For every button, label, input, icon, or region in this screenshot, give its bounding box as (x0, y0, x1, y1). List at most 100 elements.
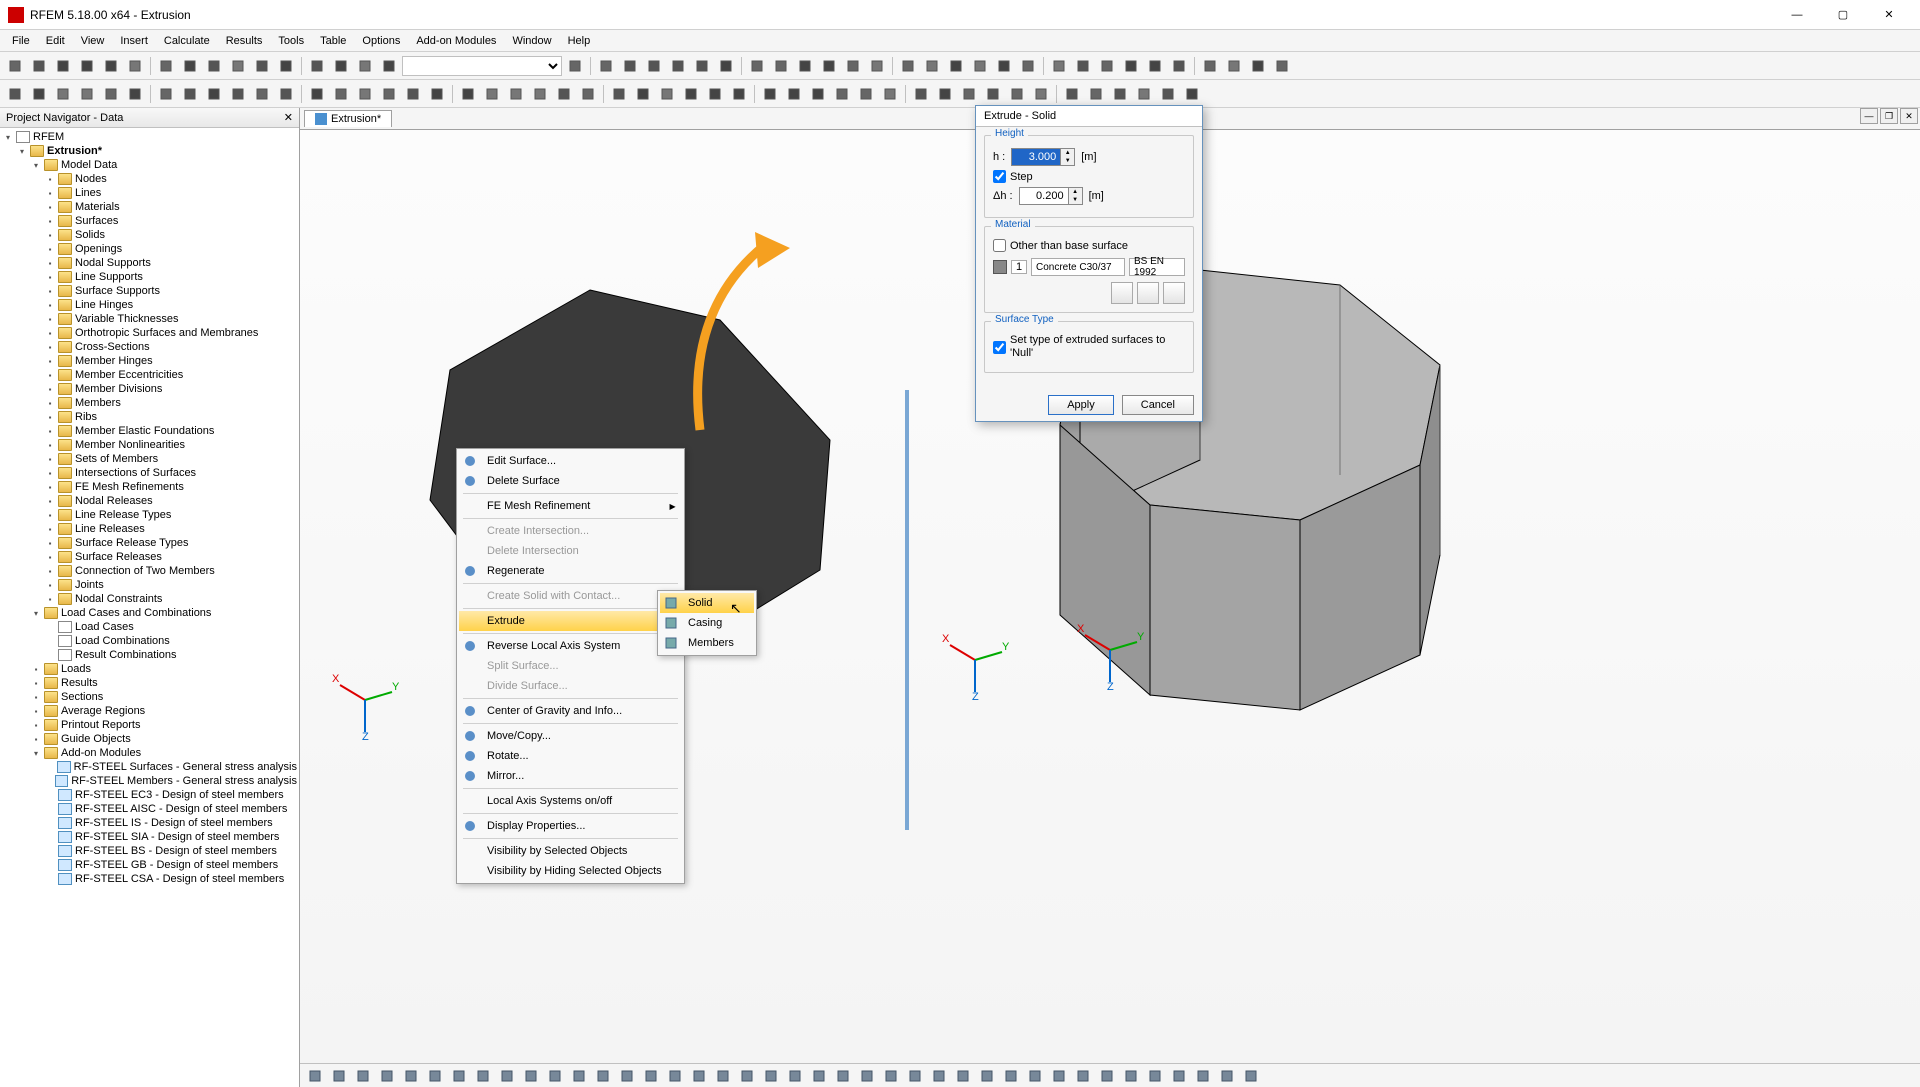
tree-toggle-icon[interactable] (44, 831, 56, 843)
tree-node-average-regions[interactable]: ▪Average Regions (2, 704, 297, 718)
ctx-display-properties-[interactable]: Display Properties... (459, 816, 682, 836)
tree-node-connection-of-two-members[interactable]: ▪Connection of Two Members (2, 564, 297, 578)
toolbar-button[interactable] (619, 55, 641, 77)
tree-node-nodal-constraints[interactable]: ▪Nodal Constraints (2, 592, 297, 606)
tree-node-rfem[interactable]: ▾RFEM (2, 130, 297, 144)
toolbar-button[interactable] (330, 83, 352, 105)
menu-calculate[interactable]: Calculate (156, 33, 218, 49)
tree-toggle-icon[interactable]: ▪ (44, 523, 56, 535)
tree-node-surface-supports[interactable]: ▪Surface Supports (2, 284, 297, 298)
toolbar-button[interactable] (608, 83, 630, 105)
material-other-checkbox[interactable] (993, 239, 1006, 252)
menu-results[interactable]: Results (218, 33, 271, 49)
material-name[interactable]: Concrete C30/37 (1031, 258, 1125, 276)
tree-node-line-hinges[interactable]: ▪Line Hinges (2, 298, 297, 312)
bottom-toolbar-button[interactable] (928, 1065, 950, 1087)
toolbar-button[interactable] (529, 83, 551, 105)
toolbar-button[interactable] (831, 83, 853, 105)
tree-node-load-combinations[interactable]: Load Combinations (2, 634, 297, 648)
toolbar-button[interactable] (203, 55, 225, 77)
bottom-toolbar-button[interactable] (904, 1065, 926, 1087)
toolbar-button[interactable] (354, 55, 376, 77)
bottom-toolbar-button[interactable] (664, 1065, 686, 1087)
tree-node-guide-objects[interactable]: ▪Guide Objects (2, 732, 297, 746)
ctx-edit-surface-[interactable]: Edit Surface... (459, 451, 682, 471)
bottom-toolbar-button[interactable] (712, 1065, 734, 1087)
toolbar-button[interactable] (251, 83, 273, 105)
height-input[interactable] (1012, 149, 1060, 165)
ctx-extrude[interactable]: Extrude▶ (459, 611, 682, 631)
tree-toggle-icon[interactable]: ▪ (44, 439, 56, 451)
tree-toggle-icon[interactable]: ▾ (16, 145, 28, 157)
tree-node-rf-steel-sia-design-of-steel-members[interactable]: RF-STEEL SIA - Design of steel members (2, 830, 297, 844)
toolbar-button[interactable] (251, 55, 273, 77)
height-spinner[interactable]: ▲▼ (1011, 148, 1075, 166)
tree-toggle-icon[interactable]: ▪ (44, 243, 56, 255)
material-standard[interactable]: BS EN 1992 (1129, 258, 1185, 276)
menu-tools[interactable]: Tools (270, 33, 312, 49)
tree-toggle-icon[interactable]: ▪ (44, 565, 56, 577)
tree-toggle-icon[interactable]: ▾ (30, 747, 42, 759)
tree-node-member-hinges[interactable]: ▪Member Hinges (2, 354, 297, 368)
toolbar-button[interactable] (958, 83, 980, 105)
tree-toggle-icon[interactable]: ▪ (30, 691, 42, 703)
toolbar-button[interactable] (982, 83, 1004, 105)
ctx-center-of-gravity-and-info-[interactable]: Center of Gravity and Info... (459, 701, 682, 721)
tree-node-load-cases[interactable]: Load Cases (2, 620, 297, 634)
tree-node-surface-release-types[interactable]: ▪Surface Release Types (2, 536, 297, 550)
tree-toggle-icon[interactable]: ▪ (44, 173, 56, 185)
extrude-sub-casing[interactable]: Casing (660, 613, 754, 633)
bottom-toolbar-button[interactable] (880, 1065, 902, 1087)
menu-view[interactable]: View (73, 33, 113, 49)
view-minimize-button[interactable]: — (1860, 108, 1878, 124)
toolbar-button[interactable] (227, 83, 249, 105)
toolbar-button[interactable] (728, 83, 750, 105)
ctx-move-copy-[interactable]: Move/Copy... (459, 726, 682, 746)
toolbar-button[interactable] (227, 55, 249, 77)
toolbar-button[interactable] (993, 55, 1015, 77)
toolbar-button[interactable] (1017, 55, 1039, 77)
toolbar-button[interactable] (1006, 83, 1028, 105)
tree-node-materials[interactable]: ▪Materials (2, 200, 297, 214)
bottom-toolbar-button[interactable] (976, 1065, 998, 1087)
tree-toggle-icon[interactable]: ▪ (44, 383, 56, 395)
toolbar-button[interactable] (807, 83, 829, 105)
tree-node-results[interactable]: ▪Results (2, 676, 297, 690)
toolbar-button[interactable] (1085, 83, 1107, 105)
material-edit-button[interactable] (1163, 282, 1185, 304)
tree-node-loads[interactable]: ▪Loads (2, 662, 297, 676)
bottom-toolbar-button[interactable] (544, 1065, 566, 1087)
bottom-toolbar-button[interactable] (424, 1065, 446, 1087)
tree-toggle-icon[interactable]: ▪ (44, 495, 56, 507)
step-up-button[interactable]: ▲ (1068, 188, 1082, 196)
navigator-tree[interactable]: ▾RFEM▾Extrusion*▾Model Data▪Nodes▪Lines▪… (0, 128, 299, 1087)
tree-toggle-icon[interactable]: ▪ (44, 229, 56, 241)
toolbar-button[interactable] (1120, 55, 1142, 77)
toolbar-button[interactable] (1157, 83, 1179, 105)
tree-node-rf-steel-aisc-design-of-steel-members[interactable]: RF-STEEL AISC - Design of steel members (2, 802, 297, 816)
tree-node-add-on-modules[interactable]: ▾Add-on Modules (2, 746, 297, 760)
toolbar-button[interactable] (783, 83, 805, 105)
toolbar-button[interactable] (632, 83, 654, 105)
tree-node-surfaces[interactable]: ▪Surfaces (2, 214, 297, 228)
navigator-close-icon[interactable]: ✕ (284, 111, 293, 124)
toolbar-button[interactable] (179, 55, 201, 77)
tree-toggle-icon[interactable]: ▪ (44, 285, 56, 297)
bottom-toolbar-button[interactable] (1168, 1065, 1190, 1087)
toolbar-button[interactable] (505, 83, 527, 105)
ctx-fe-mesh-refinement[interactable]: FE Mesh Refinement▶ (459, 496, 682, 516)
tree-node-printout-reports[interactable]: ▪Printout Reports (2, 718, 297, 732)
toolbar-button[interactable] (794, 55, 816, 77)
toolbar-button[interactable] (1133, 83, 1155, 105)
toolbar-button[interactable] (1072, 55, 1094, 77)
tree-toggle-icon[interactable]: ▪ (30, 677, 42, 689)
ctx-reverse-local-axis-system[interactable]: Reverse Local Axis System (459, 636, 682, 656)
viewport-divider[interactable] (905, 390, 909, 830)
tree-toggle-icon[interactable]: ▪ (44, 327, 56, 339)
bottom-toolbar-button[interactable] (1072, 1065, 1094, 1087)
toolbar-button[interactable] (28, 55, 50, 77)
toolbar-button[interactable] (275, 55, 297, 77)
tree-node-rf-steel-gb-design-of-steel-members[interactable]: RF-STEEL GB - Design of steel members (2, 858, 297, 872)
toolbar-button[interactable] (1271, 55, 1293, 77)
material-library-button[interactable] (1111, 282, 1133, 304)
